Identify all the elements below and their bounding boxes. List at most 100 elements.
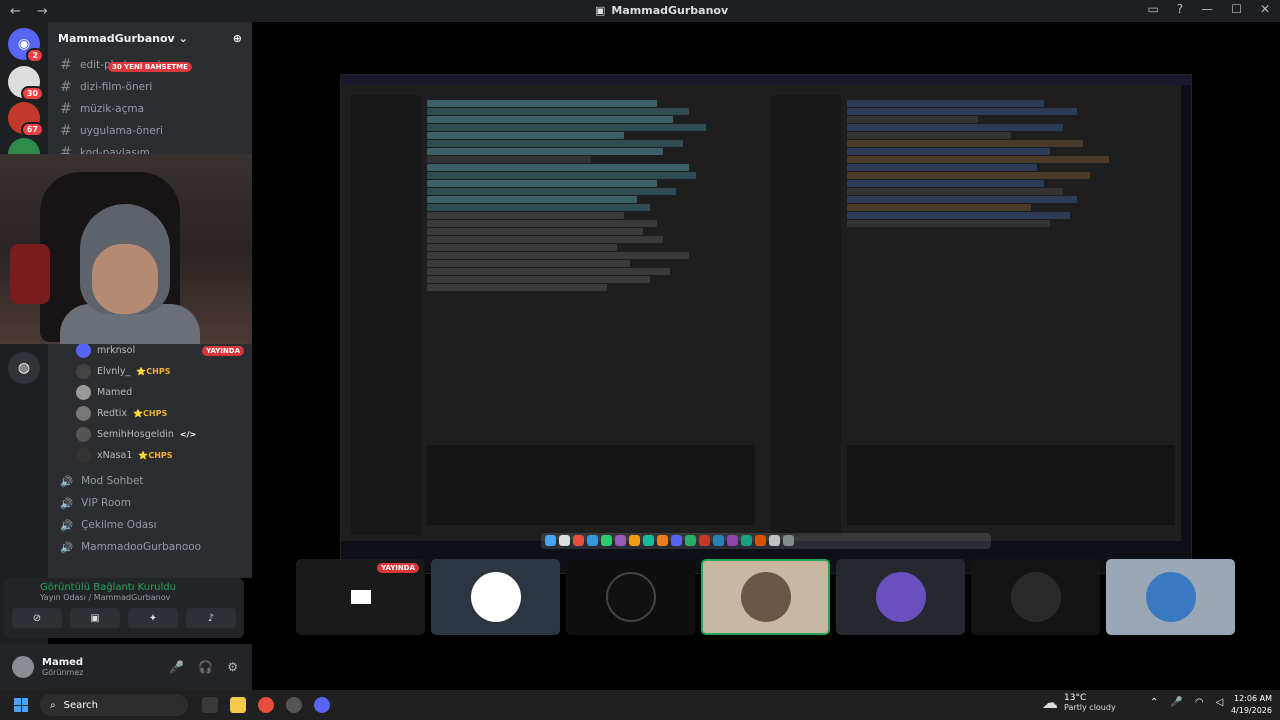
live-badge: YAYINDA xyxy=(202,345,244,356)
user-panel: Mamed Görünmez 🎤 🎧 ⚙ xyxy=(0,644,252,690)
voice-user-name: xNasa1 xyxy=(97,450,133,461)
file-explorer-icon[interactable] xyxy=(230,697,246,713)
server-home[interactable]: ◉ 2 xyxy=(8,28,44,63)
macos-menu-bar xyxy=(341,75,1191,85)
channel-uygulama[interactable]: # uygulama-öneri xyxy=(48,120,252,142)
server-item[interactable]: 67 xyxy=(8,102,44,137)
channel-muzik[interactable]: # müzik-açma xyxy=(48,98,252,120)
wifi-icon[interactable]: ◠ xyxy=(1195,697,1204,708)
channel-label: Mod Sohbet xyxy=(81,475,144,487)
system-tray: ⌃ 🎤 ◠ ◁ xyxy=(1150,697,1223,708)
back-icon[interactable]: ← xyxy=(10,4,21,19)
activities-button[interactable]: ✦ xyxy=(128,608,178,628)
voice-connection-panel: Görüntülü Bağlantı Kuruldu Yayın Odası /… xyxy=(4,578,244,638)
hash-icon: # xyxy=(60,57,72,73)
mention-badge: 67 xyxy=(20,122,44,137)
avatar xyxy=(76,385,91,400)
voice-channel-mod[interactable]: 🔊 Mod Sohbet xyxy=(48,470,252,492)
camera-off-button[interactable]: ⊘ xyxy=(12,608,62,628)
role-tag: </> xyxy=(179,430,197,439)
window-title: ▣ MammadGurbanov xyxy=(595,4,728,17)
person-face xyxy=(92,244,158,314)
macos-dock xyxy=(541,533,991,549)
voice-channel-vip[interactable]: 🔊 VIP Room xyxy=(48,492,252,514)
avatar xyxy=(470,572,521,622)
server-item[interactable]: ◍ xyxy=(8,352,40,384)
voice-user[interactable]: Mamed xyxy=(48,382,252,403)
participant-tile[interactable] xyxy=(1106,559,1235,635)
voice-user[interactable]: SemihHosgeldin </> xyxy=(48,424,252,445)
voice-user[interactable]: xNasa1 ⭐CHPS xyxy=(48,445,252,466)
taskbar-clock[interactable]: 12:06 AM 4/19/2026 xyxy=(1231,693,1272,717)
forward-icon[interactable]: → xyxy=(37,4,48,19)
stream-stage: YAYINDA xyxy=(252,22,1280,690)
taskbar-search[interactable]: ⌕ Search xyxy=(40,694,188,716)
hash-icon: # xyxy=(60,123,72,139)
voice-channel-cekilme[interactable]: 🔊 Çekilme Odası xyxy=(48,514,252,536)
participant-tile-speaking[interactable] xyxy=(701,559,830,635)
app-icon[interactable] xyxy=(286,697,302,713)
chevron-up-icon[interactable]: ⌃ xyxy=(1150,697,1158,708)
guild-header[interactable]: MammadGurbanov ⌄ ⊕ xyxy=(48,22,252,54)
code-editor-right xyxy=(761,85,1181,541)
file-explorer xyxy=(771,95,841,535)
search-label: Search xyxy=(63,699,98,711)
avatar xyxy=(76,364,91,379)
avatar xyxy=(76,427,91,442)
headphones-icon[interactable]: 🎧 xyxy=(198,660,213,674)
participant-tile[interactable] xyxy=(836,559,965,635)
new-mentions-badge[interactable]: 30 YENİ BAHSETME xyxy=(108,62,192,72)
speaker-icon: 🔊 xyxy=(60,519,74,532)
window-title-text: MammadGurbanov xyxy=(611,4,729,17)
avatar xyxy=(1145,572,1196,622)
soundboard-button[interactable]: ♪ xyxy=(186,608,236,628)
maximize-button[interactable]: ☐ xyxy=(1231,2,1242,16)
screen-share-button[interactable]: ▣ xyxy=(70,608,120,628)
hash-icon: # xyxy=(60,101,72,117)
voice-user-name: Redtix xyxy=(97,408,128,419)
microphone-icon[interactable]: 🎤 xyxy=(1170,697,1182,708)
participant-tile[interactable]: YAYINDA xyxy=(296,559,425,635)
participant-tile[interactable] xyxy=(971,559,1100,635)
channel-dizi-film[interactable]: # dizi-film-öneri xyxy=(48,76,252,98)
avatar[interactable] xyxy=(12,656,34,678)
chair-accent xyxy=(10,244,50,304)
avatar xyxy=(76,448,91,463)
gear-icon[interactable]: ⚙ xyxy=(227,660,238,674)
role-tag: ⭐CHPS xyxy=(133,409,168,418)
voice-channel-mammado[interactable]: 🔊 MammadooGurbanooo xyxy=(48,536,252,558)
voice-user[interactable]: Redtix ⭐CHPS xyxy=(48,403,252,424)
terminal-panel xyxy=(427,445,755,525)
inbox-icon[interactable]: ▭ xyxy=(1147,2,1158,16)
live-badge: YAYINDA xyxy=(377,563,419,573)
close-button[interactable]: ✕ xyxy=(1260,2,1270,16)
avatar xyxy=(76,406,91,421)
channel-label: Çekilme Odası xyxy=(81,519,157,531)
user-status: Görünmez xyxy=(42,668,84,677)
mention-badge: 30 xyxy=(20,86,44,101)
volume-icon[interactable]: ◁ xyxy=(1216,697,1224,708)
minimize-button[interactable]: — xyxy=(1201,2,1213,16)
search-icon: ⌕ xyxy=(50,699,56,711)
chrome-icon[interactable] xyxy=(258,697,274,713)
screen-share-view[interactable] xyxy=(340,74,1192,574)
add-member-icon[interactable]: ⊕ xyxy=(233,32,242,45)
voice-channel-path[interactable]: Yayın Odası / MammadGurbanov xyxy=(4,593,244,602)
microphone-icon[interactable]: 🎤 xyxy=(169,660,184,674)
help-icon[interactable]: ? xyxy=(1177,2,1183,16)
server-item[interactable]: 30 xyxy=(8,66,44,101)
avatar xyxy=(1010,572,1061,622)
title-bar: ← → ▣ MammadGurbanov ▭ ? — ☐ ✕ xyxy=(0,0,1280,22)
terminal-panel xyxy=(847,445,1175,525)
weather-widget[interactable]: ☁ 13°C Partly cloudy xyxy=(1042,693,1116,712)
participant-tile[interactable] xyxy=(431,559,560,635)
task-view-icon[interactable] xyxy=(202,697,218,713)
avatar xyxy=(605,572,656,622)
speaker-icon: 🔊 xyxy=(60,475,74,488)
channel-label: MammadooGurbanooo xyxy=(81,541,202,553)
discord-icon[interactable] xyxy=(314,697,330,713)
screen-share-icon xyxy=(350,590,371,604)
voice-user[interactable]: Elvnly_ ⭐CHPS xyxy=(48,361,252,382)
participant-tile[interactable] xyxy=(566,559,695,635)
windows-start-icon[interactable] xyxy=(14,698,28,712)
